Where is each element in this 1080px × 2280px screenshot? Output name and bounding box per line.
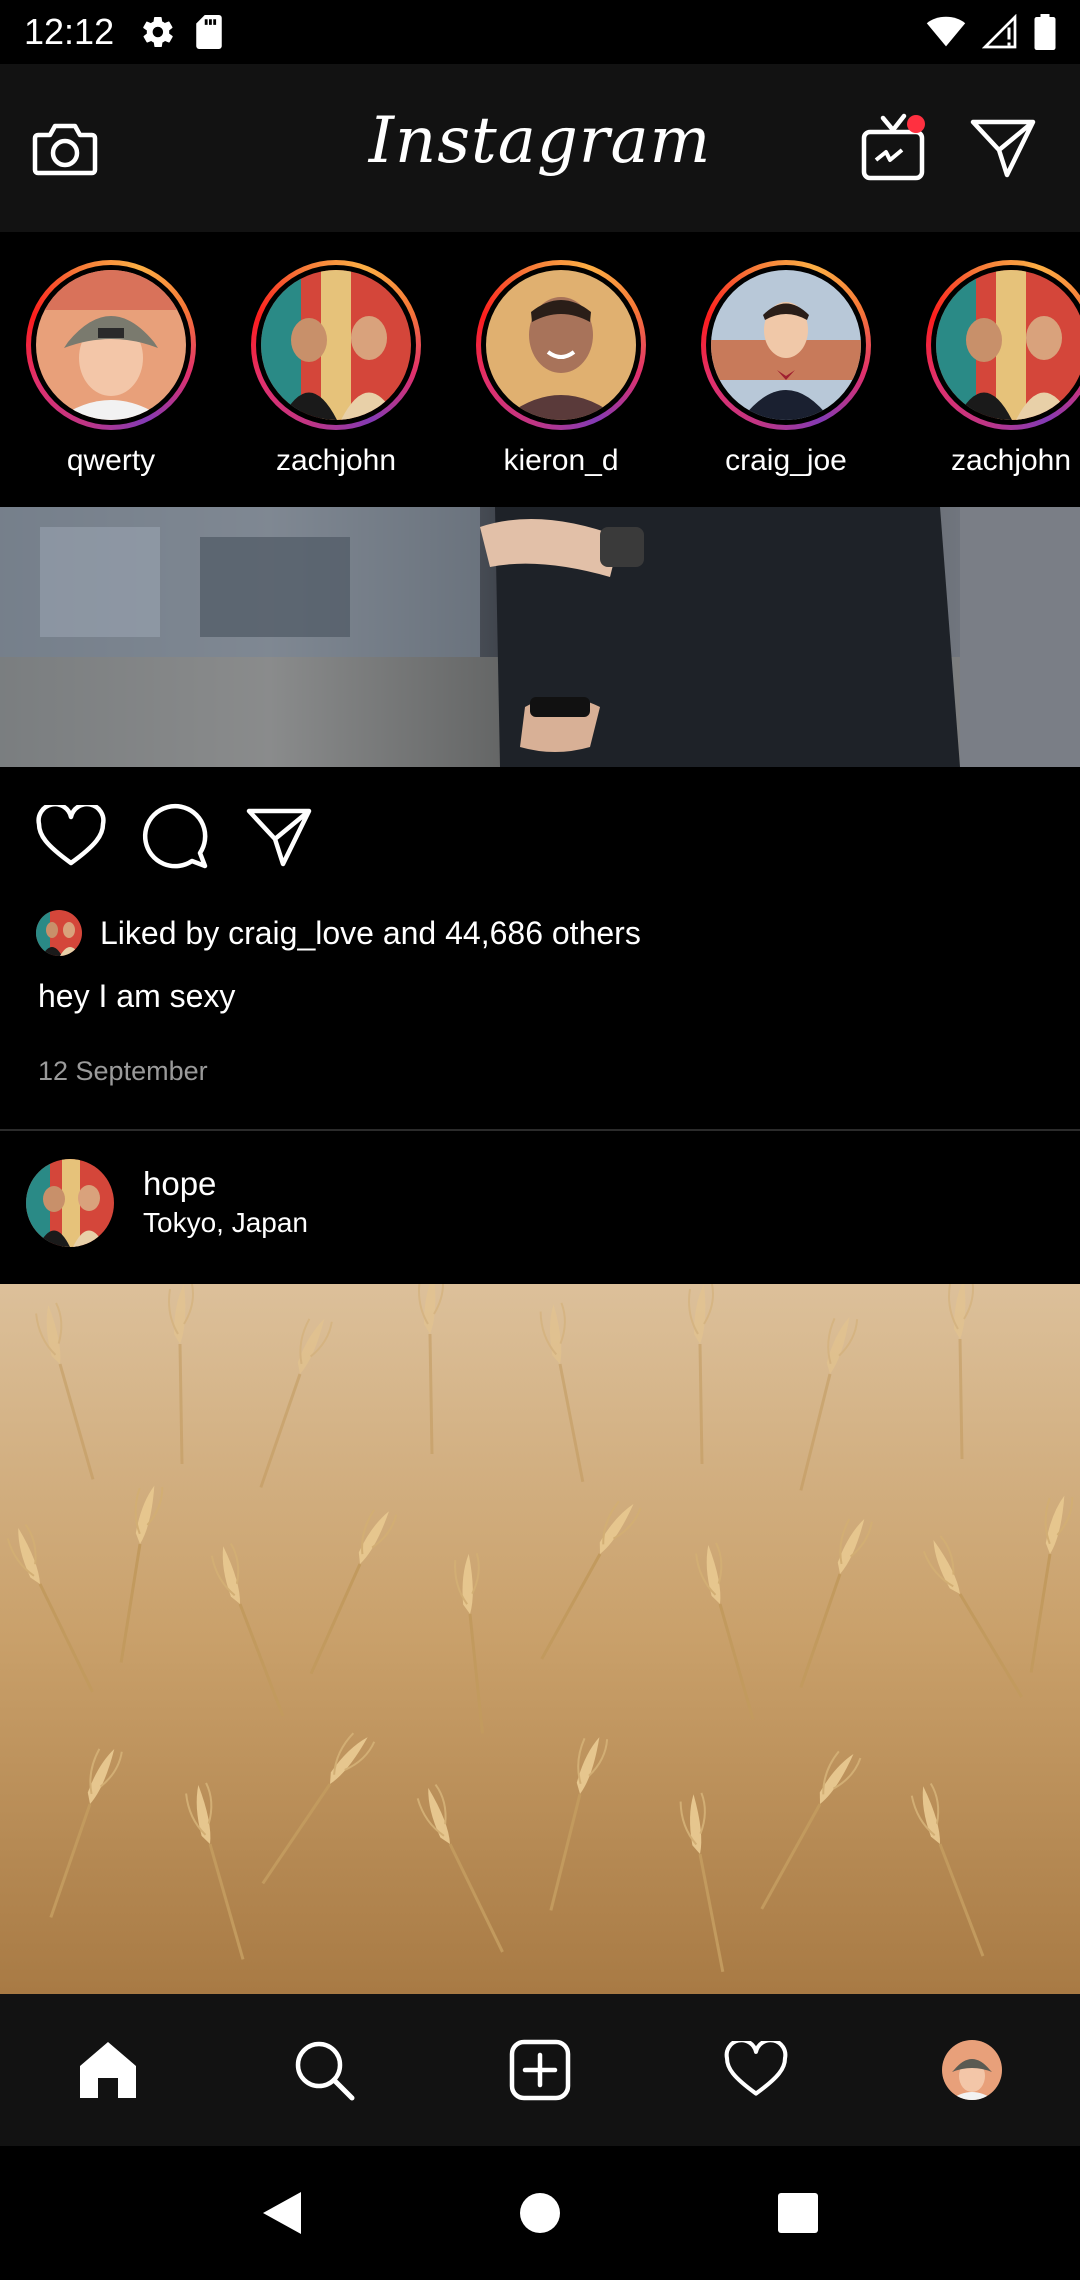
- add-post-icon[interactable]: [509, 2039, 571, 2101]
- nav-activity[interactable]: [696, 2010, 816, 2130]
- story-item[interactable]: zachjohn: [251, 232, 421, 507]
- wifi-icon: [926, 16, 966, 47]
- profile-avatar[interactable]: [942, 2040, 1002, 2100]
- system-nav: [0, 2146, 1080, 2280]
- story-ring: [701, 260, 871, 430]
- status-left-icons: [140, 14, 224, 50]
- nav-profile[interactable]: [912, 2010, 1032, 2130]
- post-author-avatar[interactable]: [26, 1159, 114, 1247]
- home-circle-icon[interactable]: [518, 2191, 562, 2235]
- activity-heart-icon[interactable]: [724, 2041, 788, 2099]
- likes-text[interactable]: Liked by craig_love and 44,686 others: [100, 915, 641, 952]
- nav-search[interactable]: [264, 2010, 384, 2130]
- search-icon[interactable]: [292, 2038, 356, 2102]
- story-username: zachjohn: [950, 444, 1072, 477]
- bottom-nav: [0, 1994, 1080, 2146]
- direct-message-icon[interactable]: [970, 117, 1036, 179]
- back-icon[interactable]: [261, 2190, 303, 2236]
- story-avatar: [261, 270, 411, 420]
- battery-icon: [1034, 14, 1056, 50]
- stories-bar: qwerty zachjohn kieron_d craig_joe zachj…: [0, 232, 1080, 507]
- story-ring: [251, 260, 421, 430]
- post-author-name[interactable]: hope: [143, 1165, 216, 1203]
- post-location[interactable]: Tokyo, Japan: [143, 1207, 308, 1239]
- share-icon[interactable]: [246, 806, 312, 868]
- likes-row: Liked by craig_love and 44,686 others: [36, 910, 641, 956]
- story-item[interactable]: kieron_d: [476, 232, 646, 507]
- heart-icon[interactable]: [36, 805, 106, 869]
- story-username: qwerty: [66, 444, 156, 477]
- story-ring: [926, 260, 1080, 430]
- story-avatar: [36, 270, 186, 420]
- nav-add-post[interactable]: [480, 2010, 600, 2130]
- post-date: 12 September: [38, 1056, 208, 1086]
- story-avatar: [936, 270, 1080, 420]
- status-right-icons: [926, 14, 1056, 50]
- status-time: 12:12: [24, 11, 115, 52]
- recents-icon[interactable]: [777, 2192, 819, 2234]
- post-image[interactable]: [0, 1284, 1080, 1994]
- sd-card-icon: [196, 15, 222, 49]
- nav-home[interactable]: [48, 2010, 168, 2130]
- story-item[interactable]: craig_joe: [701, 232, 871, 507]
- app-header: Instagram: [0, 64, 1080, 232]
- story-username: craig_joe: [725, 444, 847, 477]
- story-username: zachjohn: [275, 444, 397, 477]
- post-actions: [0, 767, 1080, 907]
- story-ring: [476, 260, 646, 430]
- story-avatar: [711, 270, 861, 420]
- story-item[interactable]: qwerty: [26, 232, 196, 507]
- story-username: kieron_d: [503, 444, 619, 477]
- story-avatar: [486, 270, 636, 420]
- igtv-icon[interactable]: [858, 112, 928, 184]
- comment-icon[interactable]: [142, 803, 210, 871]
- status-bar: 12:12: [0, 0, 1080, 64]
- liked-by-avatar[interactable]: [36, 910, 82, 956]
- home-icon[interactable]: [76, 2038, 140, 2102]
- story-item[interactable]: zachjohn: [926, 232, 1080, 507]
- post-header: hope Tokyo, Japan: [0, 1131, 1080, 1283]
- post-caption: hey I am sexy: [38, 978, 236, 1014]
- post-image[interactable]: [0, 507, 1080, 767]
- gear-icon: [143, 16, 173, 48]
- story-ring: [26, 260, 196, 430]
- signal-icon: [982, 14, 1017, 49]
